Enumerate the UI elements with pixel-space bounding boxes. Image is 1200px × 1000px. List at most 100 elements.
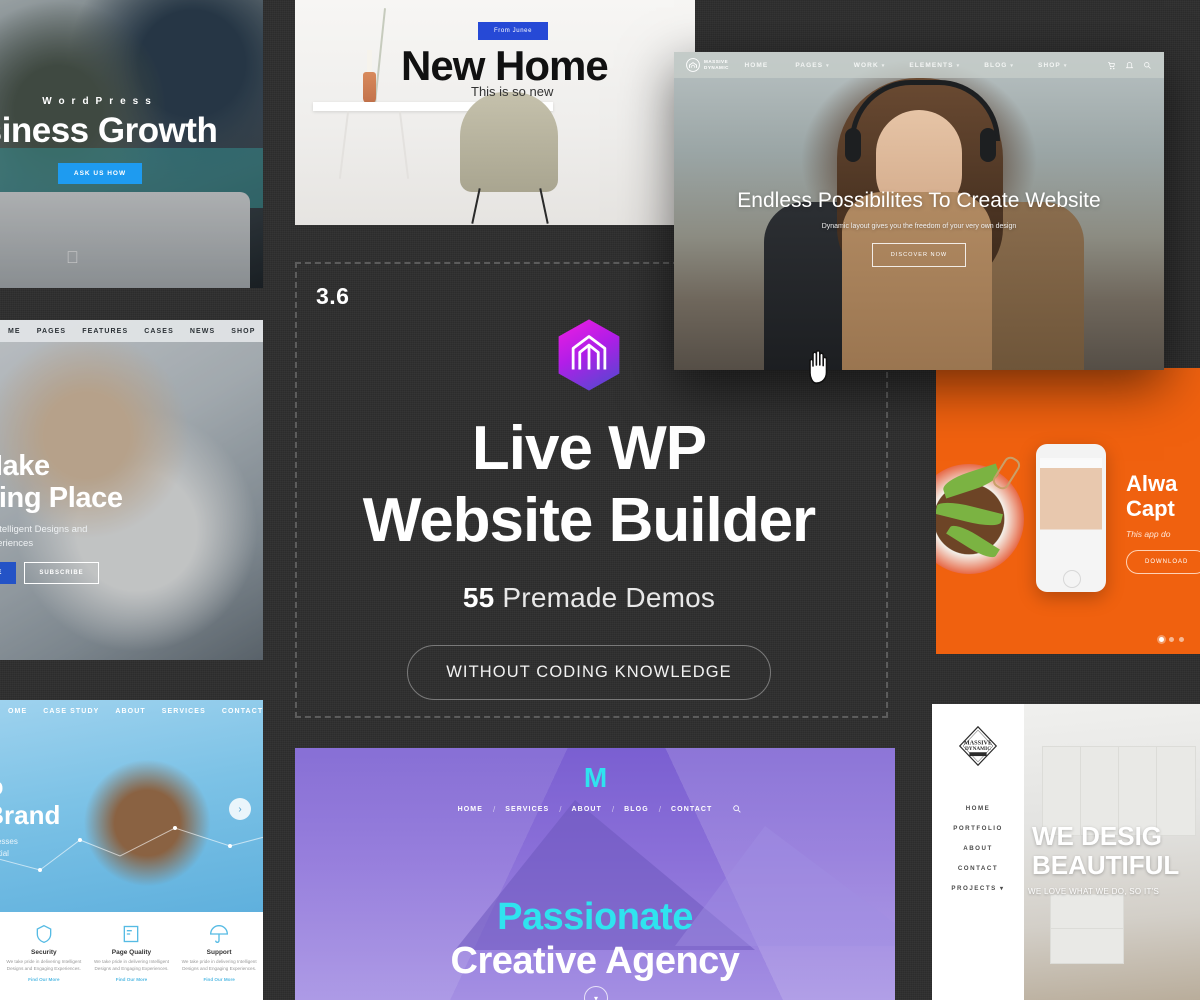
hero-demo-count: 55 [462,582,495,613]
newhome-chair [460,92,558,192]
nav-link-blog[interactable]: BLOG ▾ [984,62,1014,69]
page-icon [121,924,141,944]
paperclip-icon [990,454,1023,492]
nav-link-about[interactable]: ABOUT [562,806,612,813]
nav-link-news[interactable]: NEWS [190,328,215,335]
subscribe-button[interactable]: SUBSCRIBE [24,562,99,585]
learn-more-button[interactable]: LEARN MORE [0,562,17,585]
nav-link-shop[interactable]: SHOP [231,328,255,335]
business-kicker: WordPress [42,96,158,107]
feature-link[interactable]: Find Our More [93,977,169,982]
demo-card-brand[interactable]: OME CASE STUDY ABOUT SERVICES CONTACT y … [0,700,263,1000]
slider-dot[interactable] [1169,637,1174,642]
brand-feature-row: Security We take pride in delivering Int… [0,912,263,1000]
panel-header[interactable]: MASSIVE DYNAMIC HOME PAGES ▾ WORK ▾ ELEMEN… [674,52,1164,78]
slider-dot-active[interactable] [1159,637,1164,642]
panel-nav-icons[interactable] [1107,61,1152,70]
demo-card-intresting-place[interactable]: ME PAGES FEATURES CASES NEWS SHOP Ve Mak… [0,320,263,660]
nav-link-about[interactable]: ABOUT [932,845,1024,852]
download-button[interactable]: DOWNLOAD [1126,550,1200,575]
demo-card-business-growth[interactable]:  WordPress siness Growth ASK US HOW [0,0,263,288]
panel-logo-text: MASSIVE DYNAMIC [704,59,729,70]
slider-dot[interactable] [1179,637,1184,642]
nav-link-pages[interactable]: PAGES [37,328,67,335]
brand-title-line2: ur Brand [0,799,61,830]
brand-next-slide-arrow[interactable]: › [229,798,251,820]
nav-link-blog[interactable]: BLOG [614,806,659,813]
from-junee-badge[interactable]: From Junee [478,22,549,40]
newhome-subtitle: This is so new [471,84,554,99]
nav-link-pages[interactable]: PAGES ▾ [795,62,829,69]
orange-phone-mockup [1036,444,1106,592]
intresting-sub-line2: Engaging Experiences [0,537,34,549]
nav-link-services[interactable]: SERVICES [495,806,559,813]
search-icon[interactable] [732,804,742,814]
panel-hero: Endless Possibilites To Create Website D… [674,188,1164,268]
feature-item[interactable]: Page Quality We take pride in delivering… [93,924,169,1000]
interior-title: WE DESIG BEAUTIFUL [1032,821,1179,880]
feature-title: Support [206,949,232,956]
agency-logo: M [583,762,607,793]
orange-title-line1: Alwa [1126,471,1178,496]
panel-logo-line2: DYNAMIC [704,65,729,70]
nav-link-home[interactable]: HOME [448,806,493,813]
brand-subtitle: t helps businesses among potential [0,836,192,860]
nav-link-contact[interactable]: CONTACT [932,865,1024,872]
search-icon[interactable] [1143,61,1152,70]
intresting-nav-links[interactable]: ME PAGES FEATURES CASES NEWS SHOP [8,328,263,335]
agency-navbar[interactable]: HOME / SERVICES / ABOUT / BLOG / CONTACT [295,804,895,814]
feature-link[interactable]: Find Our More [181,977,257,982]
nav-link-elements[interactable]: ELEMENTS ▾ [909,62,960,69]
business-title: siness Growth [0,111,218,150]
demo-card-app-capture[interactable]: Alwa Capt This app do DOWNLOAD [936,368,1200,654]
panel-hero-subtitle: Dynamic layout gives you the freedom of … [821,223,1017,231]
panel-nav-links[interactable]: HOME PAGES ▾ WORK ▾ ELEMENTS ▾ BLOG ▾ SHOP ▾ [744,62,1091,69]
intresting-navbar[interactable]: ME PAGES FEATURES CASES NEWS SHOP [0,320,263,342]
bell-icon[interactable] [1125,61,1134,70]
discover-now-button[interactable]: DISCOVER NOW [871,243,967,268]
nav-link-work[interactable]: WORK ▾ [854,62,886,69]
interior-vertical-nav[interactable]: HOME PORTFOLIO ABOUT CONTACT PROJECTS ▾ [932,792,1024,905]
intresting-title: Ve Make tresting Place [0,450,238,515]
brand-title-line1: y To [0,771,4,801]
demo-card-new-home[interactable]: From Junee New Home This is so new [295,0,695,225]
kitchen-drawer [1050,894,1124,930]
nav-link-shop[interactable]: SHOP ▾ [1038,62,1067,69]
nav-link-projects[interactable]: PROJECTS ▾ [932,885,1024,892]
nav-link-features[interactable]: FEATURES [82,328,128,335]
feature-title: Security [31,949,57,956]
feature-link[interactable]: Find Our More [6,977,82,982]
brand-nav-links[interactable]: OME CASE STUDY ABOUT SERVICES CONTACT [8,708,263,715]
orange-slider-dots[interactable] [1159,637,1184,642]
feature-desc: We take pride in delivering Intelligent … [6,959,82,971]
panel-photo-headphone-cup-right [980,128,996,162]
nav-link-cases[interactable]: CASES [144,328,174,335]
feature-item[interactable]: Support We take pride in delivering Inte… [181,924,257,1000]
phone-home-button [1063,570,1081,588]
floating-preview-panel[interactable]: MASSIVE DYNAMIC HOME PAGES ▾ WORK ▾ ELEMEN… [674,52,1164,370]
nav-link-services[interactable]: SERVICES [162,708,206,715]
nav-link-contact[interactable]: CONTACT [222,708,263,715]
panel-photo-headphone-cup-left [845,128,861,162]
feature-desc: We take pride in delivering Intelligent … [93,959,169,971]
nav-link-contact[interactable]: CONTACT [661,806,722,813]
hero-demo-label: Premade Demos [502,582,716,613]
nav-link-home[interactable]: ME [8,328,21,335]
ask-us-how-button[interactable]: ASK US HOW [57,163,143,184]
hero-title-line1: Live WP [471,414,707,483]
demo-card-creative-agency[interactable]: M HOME / SERVICES / ABOUT / BLOG / CONTACT P… [295,748,895,1000]
panel-logo[interactable]: MASSIVE DYNAMIC [686,58,729,72]
without-coding-knowledge-button[interactable]: WITHOUT CODING KNOWLEDGE [407,645,771,700]
brand-navbar[interactable]: OME CASE STUDY ABOUT SERVICES CONTACT [0,700,263,722]
feature-item[interactable]: Security We take pride in delivering Int… [6,924,82,1000]
cart-icon[interactable] [1107,61,1116,70]
nav-link-portfolio[interactable]: PORTFOLIO [932,825,1024,832]
brand-text-block: y To ur Brand t helps businesses among p… [0,772,192,860]
demo-card-interior-design[interactable]: MASSIVE DYNAMIC HOME PORTFOLIO ABOUT CON… [932,704,1200,1000]
nav-link-home[interactable]: OME [8,708,27,715]
nav-link-home[interactable]: HOME [744,62,771,69]
nav-link-case-study[interactable]: CASE STUDY [43,708,99,715]
nav-link-home[interactable]: HOME [932,805,1024,812]
interior-sidebar: MASSIVE DYNAMIC HOME PORTFOLIO ABOUT CON… [932,704,1024,1000]
nav-link-about[interactable]: ABOUT [115,708,145,715]
